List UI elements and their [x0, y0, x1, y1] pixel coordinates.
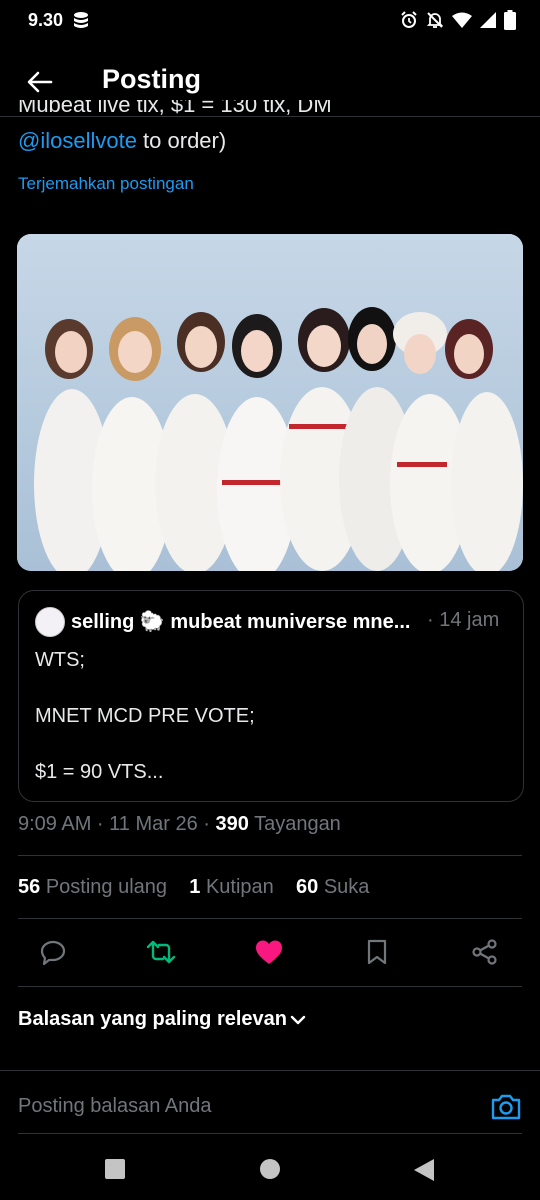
repost-icon [146, 940, 176, 964]
notifications-off-icon [426, 12, 444, 28]
status-time: 9.30 [28, 10, 64, 30]
status-bar: 9.30 [0, 0, 540, 40]
heart-icon [256, 940, 282, 964]
quote-author: selling 🐑 mubeat muniverse mne... [71, 611, 411, 633]
repost-button[interactable] [143, 934, 179, 970]
like-button[interactable] [251, 934, 287, 970]
quotes-stat[interactable]: 1 Kutipan [189, 876, 274, 898]
post-text: @ilosellvote to order) [18, 128, 226, 154]
home-icon[interactable] [259, 1158, 281, 1180]
quote-line: $1 = 90 VTS... [35, 761, 164, 783]
engagement-stats: 56 Posting ulang 1 Kutipan 60 Suka [18, 876, 369, 899]
views-label: Tayangan [248, 813, 341, 835]
action-bar [0, 934, 540, 970]
status-icons [400, 10, 516, 30]
divider [18, 855, 522, 856]
post-image[interactable] [17, 234, 523, 571]
quote-line: MNET MCD PRE VOTE; [35, 705, 255, 727]
share-icon [472, 939, 497, 965]
group-photo-illustration [17, 234, 523, 571]
reply-button[interactable] [35, 934, 71, 970]
quote-line: WTS; [35, 649, 85, 671]
divider [18, 1133, 522, 1134]
wifi-icon [452, 12, 472, 28]
system-nav-bar [0, 1140, 540, 1200]
signal-icon [480, 12, 496, 28]
quote-time: · 14 jam [427, 609, 500, 631]
quoted-post[interactable]: selling 🐑 mubeat muniverse mne... · 14 j… [18, 590, 524, 802]
divider [18, 986, 522, 987]
back-nav-icon[interactable] [413, 1158, 435, 1182]
back-button[interactable] [22, 64, 58, 100]
reposts-stat[interactable]: 56 Posting ulang [18, 876, 167, 898]
reply-input[interactable] [18, 1095, 458, 1118]
alarm-icon [401, 11, 417, 28]
battery-icon [504, 10, 516, 30]
replies-sort-label[interactable]: Balasan yang paling relevan [18, 1008, 287, 1031]
share-button[interactable] [467, 934, 503, 970]
back-arrow-icon [27, 71, 53, 93]
bookmark-icon [367, 939, 387, 965]
avatar[interactable] [35, 607, 65, 637]
post-text-tail: to order) [136, 128, 227, 153]
recents-icon[interactable] [104, 1158, 126, 1180]
post-timestamp: 9:09 AM · 11 Mar 26 · [18, 813, 216, 835]
page-title: Posting [102, 64, 201, 94]
mention-link[interactable]: @ilosellvote [18, 128, 137, 153]
data-saver-icon [74, 12, 88, 28]
translate-link[interactable]: Terjemahkan postingan [18, 174, 194, 194]
divider [18, 918, 522, 919]
camera-icon[interactable] [490, 1093, 522, 1121]
bookmark-button[interactable] [359, 934, 395, 970]
reply-composer [0, 1070, 540, 1135]
header-divider [0, 116, 540, 117]
post-meta: 9:09 AM · 11 Mar 26 · 390 Tayangan [18, 813, 341, 836]
views-count: 390 [215, 813, 249, 835]
likes-stat[interactable]: 60 Suka [296, 876, 369, 898]
chevron-down-icon[interactable] [288, 1010, 308, 1030]
reply-icon [40, 940, 66, 966]
